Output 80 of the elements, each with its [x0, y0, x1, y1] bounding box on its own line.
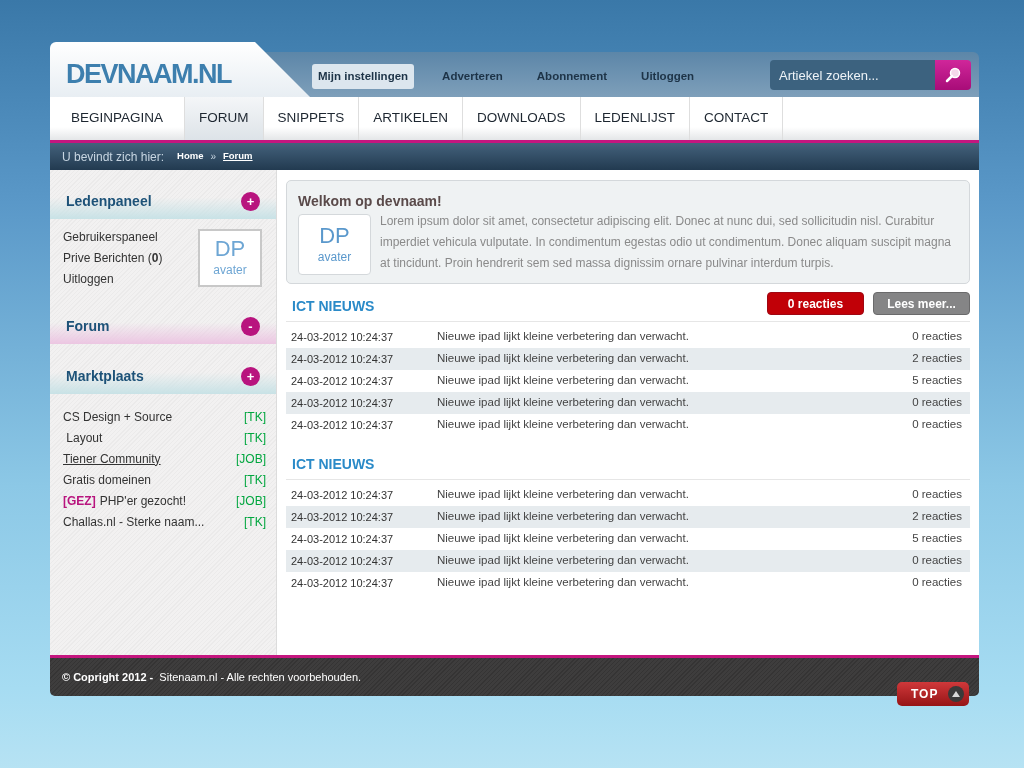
top-link[interactable]: Abonnement — [530, 64, 614, 90]
news-date: 24-03-2012 10:24:37 — [291, 531, 395, 547]
read-more-button[interactable]: Lees meer... — [873, 292, 970, 315]
news-title-link[interactable]: Nieuwe ipad lijkt kleine verbetering dan verwacht. — [437, 508, 913, 526]
copyright-text: © Copright 2012 - Sitenaam.nl - Alle rechten voorbehouden. — [62, 669, 362, 685]
news-date: 24-03-2012 10:24:37 — [291, 417, 395, 433]
news-title-link[interactable]: Nieuwe ipad lijkt kleine verbetering dan verwacht. — [437, 328, 913, 346]
welcome-title: Welkom op devnaam! — [298, 192, 443, 211]
news-date: 24-03-2012 10:24:37 — [291, 509, 395, 525]
reaction-count: 0 reacties — [912, 575, 963, 591]
market-tag: [TK] — [244, 512, 266, 531]
nav-tab[interactable]: SNIPPETS — [263, 97, 360, 140]
news-date: 24-03-2012 10:24:37 — [291, 575, 395, 591]
comments-button[interactable]: 0 reacties — [767, 292, 864, 315]
search-icon — [945, 67, 961, 83]
news-title-link[interactable]: Nieuwe ipad lijkt kleine verbetering dan verwacht. — [437, 372, 913, 390]
news-title-link[interactable]: Nieuwe ipad lijkt kleine verbetering dan verwacht. — [437, 394, 913, 412]
member-link[interactable]: Gebruikerspaneel — [63, 229, 163, 246]
nav-tab[interactable]: DOWNLOADS — [463, 97, 581, 140]
news-title-link[interactable]: Nieuwe ipad lijkt kleine verbetering dan verwacht. — [437, 486, 913, 504]
nav-tab[interactable]: FORUM — [185, 97, 264, 140]
market-link[interactable]: Tiener Community — [63, 449, 161, 468]
news-title-link[interactable]: Nieuwe ipad lijkt kleine verbetering dan verwacht. — [437, 416, 913, 434]
news-date: 24-03-2012 10:24:37 — [291, 487, 395, 503]
top-link[interactable]: Mijn instellingen — [312, 64, 415, 90]
news-title-link[interactable]: Nieuwe ipad lijkt kleine verbetering dan verwacht. — [437, 574, 913, 592]
avatar-caption: avater — [213, 262, 247, 279]
breadcrumb-separator: » — [210, 150, 216, 164]
member-link[interactable]: Uitloggen — [63, 271, 163, 288]
news-date: 24-03-2012 10:24:37 — [291, 553, 395, 569]
market-link[interactable]: Challas.nl - Sterke naam... — [63, 512, 205, 531]
search-button[interactable] — [935, 60, 971, 90]
reaction-count: 0 reacties — [912, 329, 963, 345]
top-button[interactable]: TOP — [897, 682, 969, 706]
breadcrumb-link[interactable]: Forum — [223, 149, 253, 164]
nav-tab[interactable]: LEDENLIJST — [580, 97, 690, 140]
toggle-button[interactable]: + — [241, 366, 260, 386]
news-date: 24-03-2012 10:24:37 — [291, 351, 395, 367]
news-title-link[interactable]: Nieuwe ipad lijkt kleine verbetering dan verwacht. — [437, 350, 913, 368]
avatar-initials: DP — [319, 223, 350, 248]
nav-tab[interactable]: ARTIKELEN — [359, 97, 464, 140]
search-field[interactable]: Artiekel zoeken... — [770, 60, 935, 90]
news-title-link[interactable]: Nieuwe ipad lijkt kleine verbetering dan verwacht. — [437, 530, 913, 548]
reaction-count: 0 reacties — [912, 487, 963, 503]
member-link[interactable]: Prive Berichten (0) — [63, 250, 163, 267]
reaction-count: 2 reacties — [912, 351, 963, 367]
market-link[interactable]: [GEZ] PHP'er gezocht! — [63, 491, 186, 510]
news-date: 24-03-2012 10:24:37 — [291, 395, 395, 411]
panel-title: Ledenpaneel — [66, 191, 152, 211]
avatar-initials: DP — [214, 237, 246, 261]
market-tag: [JOB] — [236, 491, 266, 510]
market-tag: [TK] — [244, 428, 266, 447]
news-date: 24-03-2012 10:24:37 — [291, 373, 395, 389]
panel-title: Forum — [66, 316, 110, 336]
section-title: ICT NIEUWS — [292, 455, 375, 474]
market-tag: [JOB] — [236, 449, 266, 468]
reaction-count: 5 reacties — [912, 373, 963, 389]
reaction-count: 0 reacties — [912, 553, 963, 569]
market-tag: [TK] — [244, 407, 266, 426]
reaction-count: 0 reacties — [912, 395, 963, 411]
breadcrumb-label: U bevindt zich hier: — [62, 148, 165, 166]
welcome-text: Lorem ipsum dolor sit amet, consectetur adipiscing elit. Donec at nunc dui, sed sollicitudin nisl. Curabitur imperdiet vehicula vulputate. In condimentum egestas odio ut condimentum. Donec aliquam suscipit magna at tincidunt. Proin hendrerit sem sed massa dignissim ornare pulvinar interdum turpis. — [380, 213, 952, 272]
news-date: 24-03-2012 10:24:37 — [291, 329, 395, 345]
toggle-button[interactable]: + — [241, 191, 260, 211]
section-title: ICT NIEUWS — [292, 297, 375, 316]
toggle-button[interactable]: - — [241, 316, 260, 336]
reaction-count: 2 reacties — [912, 509, 963, 525]
avatar-caption: avater — [317, 248, 352, 266]
market-tag: [TK] — [244, 470, 266, 489]
market-link[interactable]: Layout — [63, 428, 103, 447]
breadcrumb-link[interactable]: Home — [177, 149, 204, 164]
reaction-count: 5 reacties — [912, 531, 963, 547]
top-link[interactable]: Adverteren — [436, 64, 509, 90]
top-link[interactable]: Uitloggen — [635, 64, 701, 90]
news-title-link[interactable]: Nieuwe ipad lijkt kleine verbetering dan verwacht. — [437, 552, 913, 570]
market-link[interactable]: Gratis domeinen — [63, 470, 152, 489]
market-link[interactable]: CS Design + Source — [63, 407, 173, 426]
nav-tab[interactable]: CONTACT — [689, 97, 784, 140]
panel-title: Marktplaats — [66, 366, 144, 386]
reaction-count: 0 reacties — [912, 417, 963, 433]
